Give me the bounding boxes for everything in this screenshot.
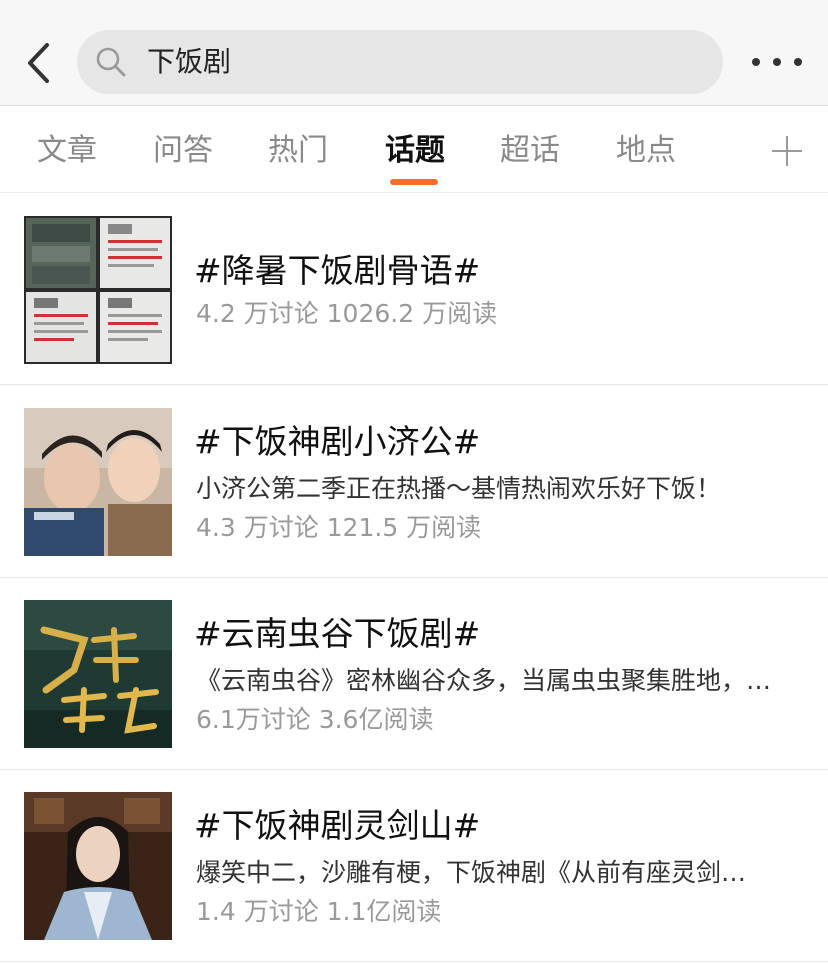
topic-list-item[interactable]: #降暑下饭剧骨语# 4.2 万讨论 1026.2 万阅读 bbox=[0, 193, 828, 385]
topic-stats: 4.2 万讨论 1026.2 万阅读 bbox=[196, 299, 498, 328]
topic-stats: 6.1万讨论 3.6亿阅读 bbox=[196, 705, 434, 734]
topic-description: 小济公第二季正在热播～基情热闹欢乐好下饭！ bbox=[196, 474, 722, 503]
search-input[interactable]: 下饭剧 bbox=[77, 30, 723, 94]
tab-qa[interactable]: 问答 bbox=[153, 131, 213, 171]
topic-title: #下饭神剧小济公# bbox=[194, 422, 481, 461]
search-query-text: 下饭剧 bbox=[147, 45, 232, 78]
topic-description: 《云南虫谷》密林幽谷众多，当属虫虫聚集胜地，… bbox=[196, 666, 772, 695]
topic-thumbnail bbox=[24, 408, 172, 556]
topic-thumbnail bbox=[24, 216, 172, 364]
topic-stats: 4.3 万讨论 121.5 万阅读 bbox=[196, 513, 482, 542]
topic-stats: 1.4 万讨论 1.1亿阅读 bbox=[196, 897, 442, 926]
tab-locations[interactable]: 地点 bbox=[616, 131, 676, 171]
more-dots-icon bbox=[752, 58, 760, 66]
topic-title: #云南虫谷下饭剧# bbox=[194, 614, 481, 653]
tab-hot[interactable]: 热门 bbox=[268, 131, 328, 171]
topic-thumbnail bbox=[24, 600, 172, 748]
topic-title: #降暑下饭剧骨语# bbox=[194, 251, 481, 290]
tab-topics[interactable]: 话题 bbox=[385, 131, 445, 171]
topic-list-item[interactable]: #下饭神剧灵剑山# 爆笑中二，沙雕有梗，下饭神剧《从前有座灵剑… 1.4 万讨论… bbox=[0, 770, 828, 962]
tab-bar: 文章 问答 热门 话题 超话 地点 bbox=[0, 107, 828, 193]
more-dot bbox=[773, 58, 781, 66]
topic-title: #下饭神剧灵剑山# bbox=[194, 806, 481, 845]
more-options-button[interactable] bbox=[752, 52, 802, 72]
tab-super-topics[interactable]: 超话 bbox=[500, 131, 560, 171]
topic-list-item[interactable]: #下饭神剧小济公# 小济公第二季正在热播～基情热闹欢乐好下饭！ 4.3 万讨论 … bbox=[0, 386, 828, 578]
search-icon bbox=[96, 47, 126, 77]
tab-articles[interactable]: 文章 bbox=[37, 131, 97, 171]
back-button[interactable] bbox=[18, 38, 58, 88]
top-bar: 下饭剧 bbox=[0, 0, 828, 106]
active-tab-indicator bbox=[390, 179, 438, 185]
chevron-left-icon bbox=[28, 43, 49, 83]
topic-description: 爆笑中二，沙雕有梗，下饭神剧《从前有座灵剑… bbox=[196, 858, 747, 887]
add-tab-icon[interactable] bbox=[772, 136, 802, 166]
topic-list-item[interactable]: #云南虫谷下饭剧# 《云南虫谷》密林幽谷众多，当属虫虫聚集胜地，… 6.1万讨论… bbox=[0, 578, 828, 770]
topic-thumbnail bbox=[24, 792, 172, 940]
more-dot bbox=[794, 58, 802, 66]
